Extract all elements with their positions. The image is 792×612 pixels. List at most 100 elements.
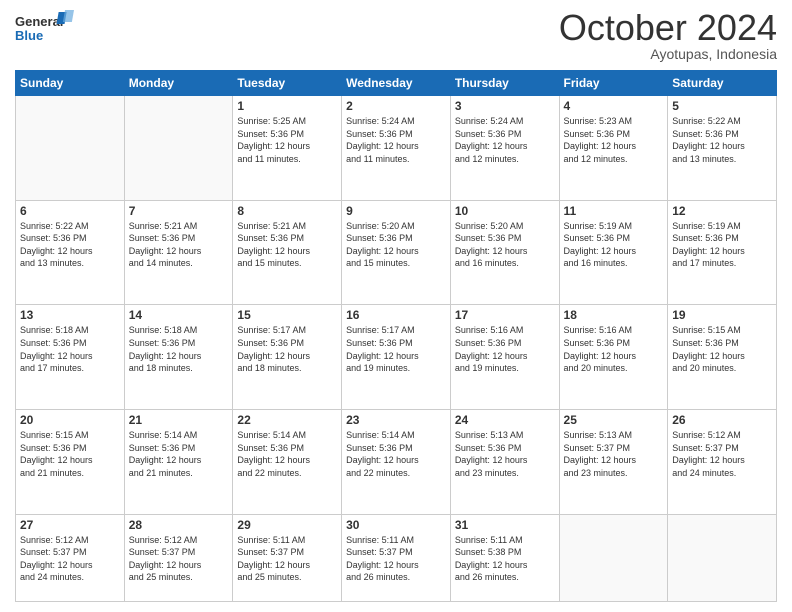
day-number: 7 [129, 204, 229, 218]
day-number: 12 [672, 204, 772, 218]
day-number: 31 [455, 518, 555, 532]
table-row: 24 Sunrise: 5:13 AMSunset: 5:36 PMDayligh… [450, 410, 559, 515]
table-row: 9 Sunrise: 5:20 AMSunset: 5:36 PMDaylight… [342, 200, 451, 305]
day-number: 8 [237, 204, 337, 218]
table-row: 31 Sunrise: 5:11 AMSunset: 5:38 PMDayligh… [450, 514, 559, 601]
header-row: Sunday Monday Tuesday Wednesday Thursday… [16, 71, 777, 96]
day-info: Sunrise: 5:17 AMSunset: 5:36 PMDaylight:… [346, 324, 446, 374]
day-info: Sunrise: 5:12 AMSunset: 5:37 PMDaylight:… [129, 534, 229, 584]
calendar-table: Sunday Monday Tuesday Wednesday Thursday… [15, 70, 777, 602]
day-number: 25 [564, 413, 664, 427]
day-number: 6 [20, 204, 120, 218]
day-number: 9 [346, 204, 446, 218]
day-info: Sunrise: 5:23 AMSunset: 5:36 PMDaylight:… [564, 115, 664, 165]
day-info: Sunrise: 5:17 AMSunset: 5:36 PMDaylight:… [237, 324, 337, 374]
table-row: 16 Sunrise: 5:17 AMSunset: 5:36 PMDayligh… [342, 305, 451, 410]
day-info: Sunrise: 5:20 AMSunset: 5:36 PMDaylight:… [346, 220, 446, 270]
day-number: 14 [129, 308, 229, 322]
day-info: Sunrise: 5:14 AMSunset: 5:36 PMDaylight:… [346, 429, 446, 479]
logo: General Blue [15, 10, 75, 52]
day-number: 22 [237, 413, 337, 427]
table-row: 18 Sunrise: 5:16 AMSunset: 5:36 PMDayligh… [559, 305, 668, 410]
day-info: Sunrise: 5:12 AMSunset: 5:37 PMDaylight:… [20, 534, 120, 584]
day-number: 1 [237, 99, 337, 113]
day-number: 13 [20, 308, 120, 322]
day-number: 28 [129, 518, 229, 532]
day-info: Sunrise: 5:18 AMSunset: 5:36 PMDaylight:… [20, 324, 120, 374]
col-friday: Friday [559, 71, 668, 96]
logo-svg: General Blue [15, 10, 75, 52]
table-row: 19Sunrise: 5:15 AMSunset: 5:36 PMDayligh… [668, 305, 777, 410]
day-number: 16 [346, 308, 446, 322]
table-row: 30Sunrise: 5:11 AMSunset: 5:37 PMDayligh… [342, 514, 451, 601]
table-row: 15 Sunrise: 5:17 AMSunset: 5:36 PMDayligh… [233, 305, 342, 410]
day-info: Sunrise: 5:25 AMSunset: 5:36 PMDaylight:… [237, 115, 337, 165]
day-number: 17 [455, 308, 555, 322]
table-row: 7Sunrise: 5:21 AMSunset: 5:36 PMDaylight… [124, 200, 233, 305]
title-block: October 2024 Ayotupas, Indonesia [559, 10, 777, 62]
day-number: 30 [346, 518, 446, 532]
svg-text:General: General [15, 14, 63, 29]
table-row: 25 Sunrise: 5:13 AMSunset: 5:37 PMDayligh… [559, 410, 668, 515]
day-info: Sunrise: 5:13 AMSunset: 5:36 PMDaylight:… [455, 429, 555, 479]
table-row: 28 Sunrise: 5:12 AMSunset: 5:37 PMDayligh… [124, 514, 233, 601]
day-info: Sunrise: 5:24 AMSunset: 5:36 PMDaylight:… [346, 115, 446, 165]
day-info: Sunrise: 5:14 AMSunset: 5:36 PMDaylight:… [129, 429, 229, 479]
table-row [668, 514, 777, 601]
table-row: 2 Sunrise: 5:24 AMSunset: 5:36 PMDaylight… [342, 96, 451, 201]
calendar-week-1: 1 Sunrise: 5:25 AMSunset: 5:36 PMDaylight… [16, 96, 777, 201]
table-row: 10 Sunrise: 5:20 AMSunset: 5:36 PMDayligh… [450, 200, 559, 305]
header: General Blue October 2024 Ayotupas, Indo… [15, 10, 777, 62]
day-number: 21 [129, 413, 229, 427]
col-thursday: Thursday [450, 71, 559, 96]
table-row: 12 Sunrise: 5:19 AMSunset: 5:36 PMDayligh… [668, 200, 777, 305]
day-number: 26 [672, 413, 772, 427]
svg-text:Blue: Blue [15, 28, 43, 43]
calendar-week-5: 27 Sunrise: 5:12 AMSunset: 5:37 PMDayligh… [16, 514, 777, 601]
day-info: Sunrise: 5:21 AMSunset: 5:36 PMDaylight:… [237, 220, 337, 270]
day-number: 18 [564, 308, 664, 322]
day-number: 10 [455, 204, 555, 218]
table-row: 1 Sunrise: 5:25 AMSunset: 5:36 PMDaylight… [233, 96, 342, 201]
day-number: 2 [346, 99, 446, 113]
day-info: Sunrise: 5:15 AMSunset: 5:36 PMDaylight:… [20, 429, 120, 479]
day-number: 23 [346, 413, 446, 427]
day-number: 5 [672, 99, 772, 113]
month-title: October 2024 [559, 10, 777, 46]
table-row: 20 Sunrise: 5:15 AMSunset: 5:36 PMDayligh… [16, 410, 125, 515]
table-row: 21 Sunrise: 5:14 AMSunset: 5:36 PMDayligh… [124, 410, 233, 515]
calendar-week-3: 13 Sunrise: 5:18 AMSunset: 5:36 PMDayligh… [16, 305, 777, 410]
day-number: 20 [20, 413, 120, 427]
day-info: Sunrise: 5:20 AMSunset: 5:36 PMDaylight:… [455, 220, 555, 270]
table-row: 11Sunrise: 5:19 AMSunset: 5:36 PMDayligh… [559, 200, 668, 305]
day-number: 11 [564, 204, 664, 218]
table-row: 13 Sunrise: 5:18 AMSunset: 5:36 PMDayligh… [16, 305, 125, 410]
table-row: 26 Sunrise: 5:12 AMSunset: 5:37 PMDayligh… [668, 410, 777, 515]
day-info: Sunrise: 5:16 AMSunset: 5:36 PMDaylight:… [455, 324, 555, 374]
table-row: 8 Sunrise: 5:21 AMSunset: 5:36 PMDaylight… [233, 200, 342, 305]
day-info: Sunrise: 5:18 AMSunset: 5:36 PMDaylight:… [129, 324, 229, 374]
col-sunday: Sunday [16, 71, 125, 96]
table-row [124, 96, 233, 201]
table-row: 6 Sunrise: 5:22 AMSunset: 5:36 PMDaylight… [16, 200, 125, 305]
table-row: 22 Sunrise: 5:14 AMSunset: 5:36 PMDayligh… [233, 410, 342, 515]
table-row [16, 96, 125, 201]
table-row: 5Sunrise: 5:22 AMSunset: 5:36 PMDaylight… [668, 96, 777, 201]
table-row: 27 Sunrise: 5:12 AMSunset: 5:37 PMDayligh… [16, 514, 125, 601]
location: Ayotupas, Indonesia [559, 46, 777, 62]
col-saturday: Saturday [668, 71, 777, 96]
table-row: 4 Sunrise: 5:23 AMSunset: 5:36 PMDaylight… [559, 96, 668, 201]
day-info: Sunrise: 5:14 AMSunset: 5:36 PMDaylight:… [237, 429, 337, 479]
day-number: 24 [455, 413, 555, 427]
day-number: 27 [20, 518, 120, 532]
day-number: 4 [564, 99, 664, 113]
day-info: Sunrise: 5:19 AMSunset: 5:36 PMDaylight:… [672, 220, 772, 270]
day-info: Sunrise: 5:11 AMSunset: 5:38 PMDaylight:… [455, 534, 555, 584]
day-info: Sunrise: 5:12 AMSunset: 5:37 PMDaylight:… [672, 429, 772, 479]
day-info: Sunrise: 5:22 AMSunset: 5:36 PMDaylight:… [20, 220, 120, 270]
col-monday: Monday [124, 71, 233, 96]
day-info: Sunrise: 5:13 AMSunset: 5:37 PMDaylight:… [564, 429, 664, 479]
day-number: 15 [237, 308, 337, 322]
day-info: Sunrise: 5:16 AMSunset: 5:36 PMDaylight:… [564, 324, 664, 374]
day-info: Sunrise: 5:24 AMSunset: 5:36 PMDaylight:… [455, 115, 555, 165]
